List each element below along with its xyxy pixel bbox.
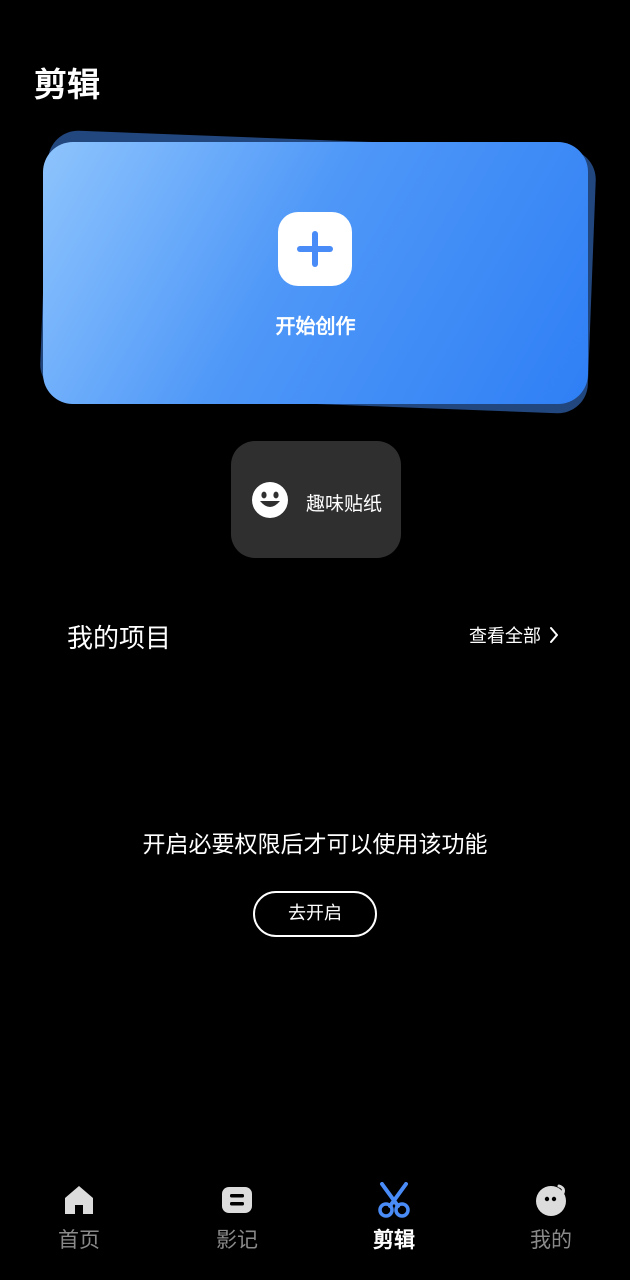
nav-item-profile[interactable]: 我的 bbox=[501, 1170, 601, 1254]
fun-stickers-button[interactable]: 趣味贴纸 bbox=[231, 441, 401, 558]
nav-label-home: 首页 bbox=[58, 1228, 100, 1252]
permission-message: 开启必要权限后才可以使用该功能 bbox=[142, 832, 488, 858]
chevron-right-icon bbox=[550, 627, 558, 643]
nav-label-edit: 剪辑 bbox=[373, 1228, 415, 1252]
nav-label-profile: 我的 bbox=[530, 1228, 572, 1252]
view-all-label: 查看全部 bbox=[469, 626, 541, 647]
nav-label-memories: 影记 bbox=[216, 1228, 258, 1252]
my-projects-title: 我的项目 bbox=[67, 624, 172, 654]
add-button[interactable] bbox=[278, 212, 352, 286]
start-creating-card[interactable]: 开始创作 bbox=[43, 142, 588, 404]
nav-item-edit[interactable]: 剪辑 bbox=[344, 1170, 444, 1254]
nav-item-memories[interactable]: 影记 bbox=[187, 1170, 287, 1254]
memories-icon bbox=[222, 1187, 252, 1213]
enable-permission-button[interactable]: 去开启 bbox=[253, 891, 377, 937]
view-all-link[interactable]: 查看全部 bbox=[469, 622, 559, 648]
home-icon bbox=[65, 1186, 93, 1214]
plus-icon bbox=[297, 231, 333, 267]
fun-stickers-label: 趣味贴纸 bbox=[306, 493, 383, 515]
page-title: 剪辑 bbox=[34, 65, 100, 104]
bottom-nav: 首页 影记 剪辑 我的 bbox=[0, 1170, 630, 1280]
start-creating-label: 开始创作 bbox=[275, 314, 356, 338]
edit-page: 剪辑 开始创作 趣味贴纸 我的项目 查看全部 开启必要权限后才可以使用该功能 去… bbox=[0, 0, 630, 1280]
profile-icon bbox=[536, 1184, 566, 1216]
smiley-icon bbox=[252, 482, 288, 518]
scissors-icon bbox=[378, 1182, 410, 1218]
nav-item-home[interactable]: 首页 bbox=[29, 1170, 129, 1254]
